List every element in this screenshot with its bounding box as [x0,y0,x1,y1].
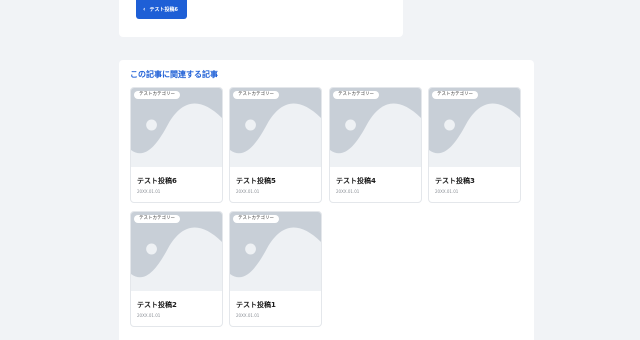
category-badge[interactable]: テストカテゴリー [333,91,379,99]
related-post-card[interactable]: テストカテゴリー テスト投稿1 20XX.01.01 [229,211,322,327]
card-date: 20XX.01.01 [435,189,459,194]
related-posts-title: この記事に関連する記事 [130,70,218,79]
related-post-card[interactable]: テストカテゴリー テスト投稿2 20XX.01.01 [130,211,223,327]
card-date: 20XX.01.01 [236,313,260,318]
card-title[interactable]: テスト投稿5 [236,176,276,186]
related-post-card[interactable]: テストカテゴリー テスト投稿3 20XX.01.01 [428,87,521,203]
related-post-card[interactable]: テストカテゴリー テスト投稿6 20XX.01.01 [130,87,223,203]
prev-post-label: テスト投稿6 [149,7,178,13]
card-date: 20XX.01.01 [137,189,161,194]
card-date: 20XX.01.01 [137,313,161,318]
category-badge[interactable]: テストカテゴリー [134,91,180,99]
card-date: 20XX.01.01 [336,189,360,194]
placeholder-image-icon [330,88,421,167]
placeholder-image-icon [131,88,222,167]
category-badge[interactable]: テストカテゴリー [432,91,478,99]
related-posts-section: この記事に関連する記事 テストカテゴリー テスト投稿6 20XX.01.01 テ… [119,60,534,340]
related-post-card[interactable]: テストカテゴリー テスト投稿4 20XX.01.01 [329,87,422,203]
placeholder-image-icon [429,88,520,167]
placeholder-image-icon [230,88,321,167]
card-title[interactable]: テスト投稿1 [236,300,276,310]
card-title[interactable]: テスト投稿3 [435,176,475,186]
card-title[interactable]: テスト投稿2 [137,300,177,310]
placeholder-image-icon [230,212,321,291]
category-badge[interactable]: テストカテゴリー [233,91,279,99]
prev-post-panel: ‹ テスト投稿6 [119,0,403,37]
card-title[interactable]: テスト投稿4 [336,176,376,186]
prev-post-button[interactable]: ‹ テスト投稿6 [136,0,187,19]
card-title[interactable]: テスト投稿6 [137,176,177,186]
card-date: 20XX.01.01 [236,189,260,194]
category-badge[interactable]: テストカテゴリー [233,215,279,223]
category-badge[interactable]: テストカテゴリー [134,215,180,223]
related-post-card[interactable]: テストカテゴリー テスト投稿5 20XX.01.01 [229,87,322,203]
placeholder-image-icon [131,212,222,291]
chevron-left-icon: ‹ [143,5,146,13]
